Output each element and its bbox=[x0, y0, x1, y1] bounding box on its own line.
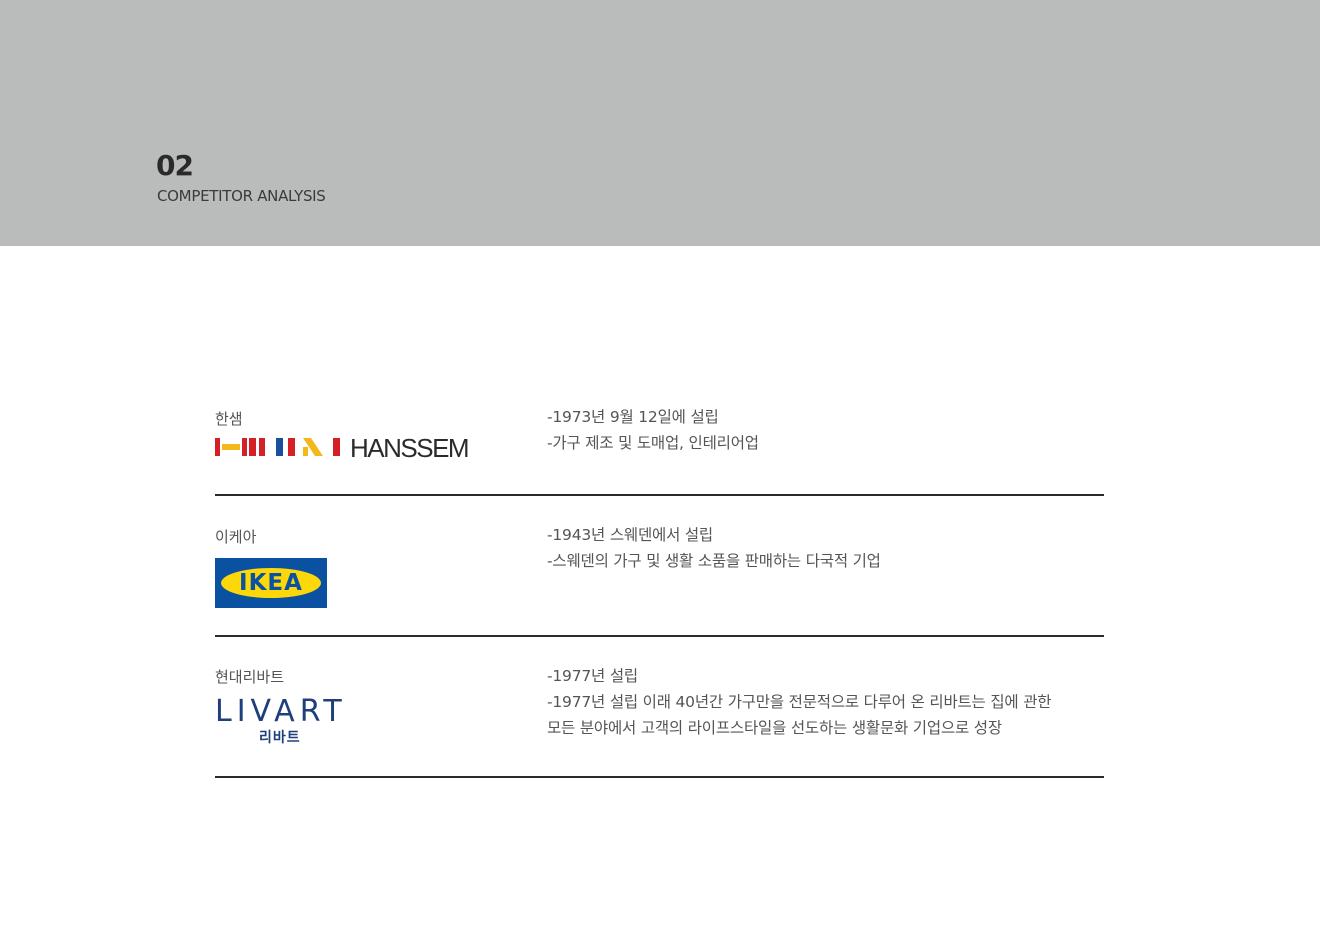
hanssem-flag-bars-icon bbox=[215, 438, 340, 456]
competitor-row-hanssem: 한샘 HANSSEM -1973년 9월 12일에 설립 -가구 제조 및 도매… bbox=[215, 408, 1104, 488]
livart-logo: LIVART 리바트 bbox=[215, 696, 357, 748]
description-line: -1973년 9월 12일에 설립 bbox=[547, 408, 719, 426]
description-line: -1977년 설립 bbox=[547, 667, 638, 685]
company-description: -1973년 9월 12일에 설립 -가구 제조 및 도매업, 인테리어업 bbox=[547, 404, 759, 456]
ikea-logo: IKEA bbox=[215, 558, 327, 608]
description-line: -가구 제조 및 도매업, 인테리어업 bbox=[547, 434, 759, 452]
company-name: 한샘 bbox=[215, 410, 243, 428]
livart-logo-subtext: 리바트 bbox=[259, 730, 301, 746]
row-divider bbox=[215, 776, 1104, 778]
competitor-row-ikea: 이케아 IKEA -1943년 스웨덴에서 설립 -스웨덴의 가구 및 생활 소… bbox=[215, 526, 1104, 626]
section-number: 02 bbox=[156, 149, 194, 182]
company-description: -1943년 스웨덴에서 설립 -스웨덴의 가구 및 생활 소품을 판매하는 다… bbox=[547, 522, 881, 574]
description-line: -스웨덴의 가구 및 생활 소품을 판매하는 다국적 기업 bbox=[547, 552, 881, 570]
description-line: -1943년 스웨덴에서 설립 bbox=[547, 526, 713, 544]
competitor-row-livart: 현대리바트 LIVART 리바트 -1977년 설립 -1977년 설립 이래 … bbox=[215, 667, 1104, 768]
header-banner: 02 COMPETITOR ANALYSIS bbox=[0, 0, 1320, 246]
description-line: -1977년 설립 이래 40년간 가구만을 전문적으로 다루어 온 리바트는 … bbox=[547, 693, 1052, 711]
company-name: 현대리바트 bbox=[215, 668, 285, 686]
ikea-logo-text: IKEA bbox=[239, 570, 303, 596]
row-divider bbox=[215, 494, 1104, 496]
description-line: 모든 분야에서 고객의 라이프스타일을 선도하는 생활문화 기업으로 성장 bbox=[547, 719, 1002, 737]
company-description: -1977년 설립 -1977년 설립 이래 40년간 가구만을 전문적으로 다… bbox=[547, 663, 1052, 741]
hanssem-logo-text: HANSSEM bbox=[350, 433, 470, 463]
section-title: COMPETITOR ANALYSIS bbox=[157, 187, 326, 205]
livart-logo-text: LIVART bbox=[215, 694, 347, 729]
row-divider bbox=[215, 635, 1104, 637]
hanssem-logo: HANSSEM bbox=[215, 433, 477, 463]
company-name: 이케아 bbox=[215, 528, 257, 546]
